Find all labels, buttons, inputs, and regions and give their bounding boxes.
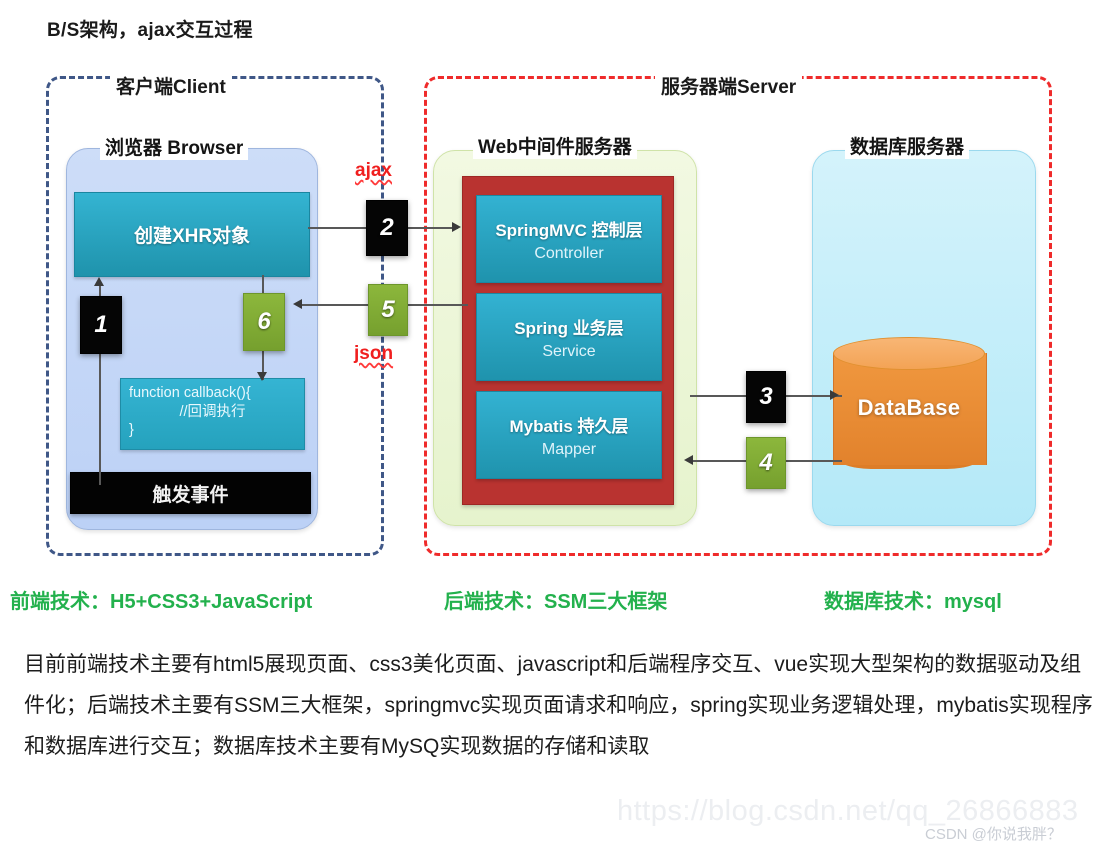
callback-function-box: function callback(){ //回调执行 } bbox=[120, 378, 305, 450]
ssm-layer-mapper: Mybatis 持久层 Mapper bbox=[476, 391, 662, 479]
cylinder-top bbox=[833, 337, 985, 370]
step-badge-5: 5 bbox=[368, 284, 408, 336]
step-badge-6: 6 bbox=[243, 293, 285, 351]
callback-line-1: function callback(){ bbox=[129, 385, 251, 401]
client-zone-label: 客户端Client bbox=[110, 72, 232, 99]
ssm-layer-title: Spring 业务层 bbox=[514, 318, 624, 338]
step-badge-2: 2 bbox=[366, 200, 408, 256]
watermark-author: CSDN @你说我胖？ bbox=[925, 826, 1062, 843]
connector-3-arrowhead bbox=[830, 390, 839, 400]
connector-1-arrowhead bbox=[94, 277, 104, 286]
ssm-layer-subtitle: Service bbox=[542, 342, 596, 360]
connector-4-arrowhead bbox=[684, 455, 693, 465]
web-middleware-panel-label: Web中间件服务器 bbox=[473, 132, 637, 159]
callback-line-3: } bbox=[129, 422, 134, 439]
connector-5-arrowhead bbox=[293, 299, 302, 309]
connector-2-arrowhead bbox=[452, 222, 461, 232]
callback-line-2: //回调执行 bbox=[179, 403, 246, 420]
connector-6-arrowhead bbox=[257, 372, 267, 381]
ssm-layer-title: Mybatis 持久层 bbox=[509, 416, 629, 436]
protocol-label-json: json bbox=[354, 343, 394, 364]
step-badge-3: 3 bbox=[746, 371, 786, 423]
browser-panel-label: 浏览器 Browser bbox=[100, 133, 249, 160]
database-label: DataBase bbox=[857, 395, 961, 420]
database-cylinder-icon: DataBase bbox=[833, 337, 987, 480]
ssm-stack: SpringMVC 控制层 Controller Spring 业务层 Serv… bbox=[462, 176, 674, 505]
create-xhr-box: 创建XHR对象 bbox=[74, 192, 310, 277]
ssm-layer-controller: SpringMVC 控制层 Controller bbox=[476, 195, 662, 283]
trigger-event-box: 触发事件 bbox=[70, 472, 311, 514]
server-zone-label: 服务器端Server bbox=[655, 72, 803, 99]
tech-label-frontend: 前端技术：H5+CSS3+JavaScript bbox=[10, 591, 313, 613]
step-badge-4: 4 bbox=[746, 437, 786, 489]
ssm-layer-service: Spring 业务层 Service bbox=[476, 293, 662, 381]
ssm-layer-title: SpringMVC 控制层 bbox=[495, 220, 643, 240]
protocol-label-ajax: ajax bbox=[355, 160, 392, 181]
page-title: B/S架构，ajax交互过程 bbox=[47, 20, 253, 41]
database-server-panel-label: 数据库服务器 bbox=[845, 132, 970, 159]
tech-label-database: 数据库技术：mysql bbox=[824, 591, 1002, 613]
ssm-layer-subtitle: Controller bbox=[534, 244, 604, 262]
step-badge-1: 1 bbox=[80, 296, 122, 354]
tech-label-backend: 后端技术：SSM三大框架 bbox=[444, 591, 668, 613]
summary-paragraph: 目前前端技术主要有html5展现页面、css3美化页面、javascript和后… bbox=[24, 653, 1093, 758]
ssm-layer-subtitle: Mapper bbox=[541, 440, 597, 458]
